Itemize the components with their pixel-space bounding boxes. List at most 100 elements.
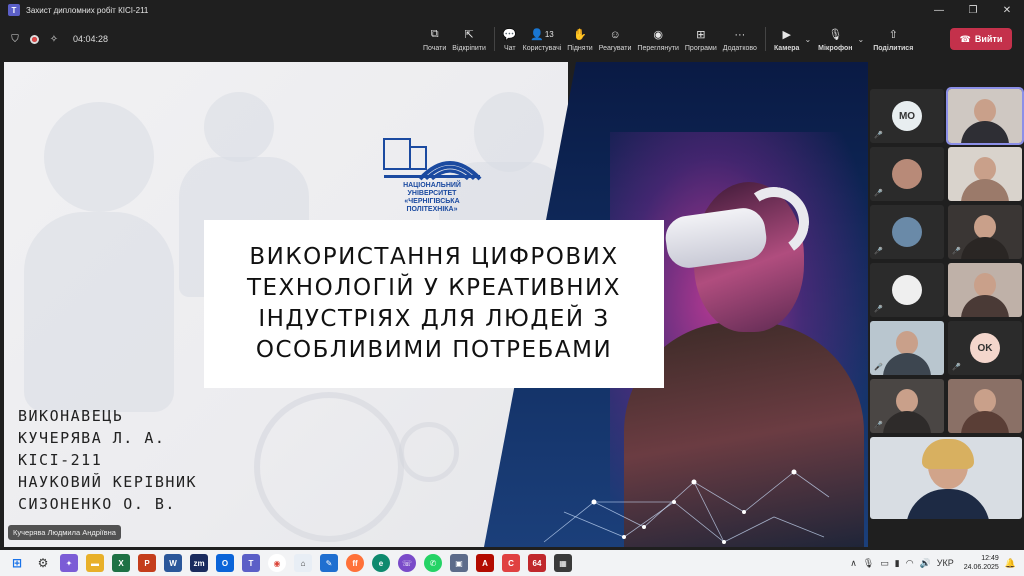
calculator-icon[interactable]: ▦	[554, 554, 572, 572]
participant-tile[interactable]: 🎤	[870, 321, 944, 375]
people-button[interactable]: 👤 13 Користувачі	[520, 24, 565, 54]
participant-video	[896, 331, 918, 355]
participant-avatar	[892, 275, 922, 305]
share-button[interactable]: ⇧ Поділитися	[870, 24, 916, 54]
participant-avatar	[892, 159, 922, 189]
mic-muted-icon: 🎤	[874, 247, 883, 255]
participant-tile[interactable]	[946, 87, 1024, 145]
toolbar-divider	[764, 27, 766, 51]
view-button[interactable]: ◉ Переглянути	[634, 24, 681, 54]
chat-icon: 💬	[502, 29, 517, 41]
zoom-icon[interactable]: zm	[190, 554, 208, 572]
more-button[interactable]: ··· Додатково	[720, 24, 760, 54]
app-icon[interactable]: C	[502, 554, 520, 572]
mic-muted-icon: 🎤	[952, 247, 961, 255]
slide-title-line: ОСОБЛИВИМИ ПОТРЕБАМИ	[255, 337, 613, 363]
app-icon[interactable]: ⌂	[294, 554, 312, 572]
participant-avatar: MO	[892, 101, 922, 131]
camera-options-chevron-icon[interactable]: ⌄	[804, 35, 811, 44]
author-line: КІСІ-211	[18, 451, 103, 469]
author-line: ВИКОНАВЕЦЬ	[18, 407, 124, 425]
presenter-body	[906, 489, 990, 519]
excel-icon[interactable]: X	[112, 554, 130, 572]
participant-tile[interactable]: 🎤	[870, 147, 944, 201]
presenter-name-tag: Кучерява Людмила Андріївна	[8, 525, 121, 540]
participant-video	[974, 99, 996, 123]
participant-tile[interactable]	[948, 147, 1022, 201]
mic-button[interactable]: 🎙 Мікрофон	[815, 24, 855, 54]
battery-icon[interactable]: ▮	[895, 558, 900, 569]
meeting-status: ⛉ ✧ 04:04:28	[8, 32, 108, 46]
powerpoint-icon[interactable]: P	[138, 554, 156, 572]
share-icon: ⇧	[888, 29, 898, 41]
start-button[interactable]: ⧉ Почати	[420, 24, 449, 54]
illustration-person-head	[44, 102, 154, 212]
chat-button[interactable]: 💬 Чат	[500, 24, 520, 54]
mic-muted-icon: 🎤	[952, 363, 961, 371]
participant-video	[974, 215, 996, 239]
aida64-icon[interactable]: 64	[528, 554, 546, 572]
participant-tile[interactable]: MO 🎤	[870, 89, 944, 143]
volume-icon[interactable]: 🔊	[920, 558, 931, 569]
sparkle-icon[interactable]: ✧	[47, 32, 61, 46]
wifi-icon[interactable]: ◠	[906, 558, 914, 569]
acrobat-icon[interactable]: A	[476, 554, 494, 572]
edge-icon[interactable]: e	[372, 554, 390, 572]
phone-hangup-icon: ☎	[959, 33, 971, 44]
illustration-wheelchair-wheel	[254, 392, 404, 542]
tool-icon[interactable]: ✎	[320, 554, 338, 572]
viber-icon[interactable]: ☏	[398, 554, 416, 572]
system-clock[interactable]: 12:49 24.06.2025	[964, 554, 999, 572]
outlook-icon[interactable]: O	[216, 554, 234, 572]
minimize-button[interactable]: —	[922, 0, 956, 20]
react-button[interactable]: ☺ Реагувати	[596, 24, 635, 54]
chevron-up-icon[interactable]: ∧	[850, 558, 857, 569]
illustration-wheelchair-wheel	[399, 422, 459, 482]
camera-button[interactable]: ▶ Камера	[771, 24, 803, 54]
apps-button[interactable]: ⊞ Програми	[682, 24, 720, 54]
participant-tile[interactable]: 🎤	[870, 263, 944, 317]
firefox-icon[interactable]: ff	[346, 554, 364, 572]
file-explorer-icon[interactable]: ▬	[86, 554, 104, 572]
restore-button[interactable]: ❐	[956, 0, 990, 20]
illustration-person-head	[474, 92, 544, 172]
unpin-icon: ⇱	[464, 29, 474, 41]
shield-icon[interactable]: ⛉	[8, 32, 22, 46]
participant-tile[interactable]: 🎤	[948, 205, 1022, 259]
participant-tile[interactable]: 🎤	[870, 205, 944, 259]
window-titlebar: T Захист дипломних робіт КІСІ-211 — ❐ ✕	[0, 0, 1024, 20]
language-indicator[interactable]: УКР	[937, 558, 954, 568]
camera-icon[interactable]: ▭	[880, 558, 889, 569]
word-icon[interactable]: W	[164, 554, 182, 572]
author-line: КУЧЕРЯВА Л. А.	[18, 429, 166, 447]
notification-bell-icon[interactable]: 🔔	[1005, 558, 1016, 569]
illustration-person-body	[24, 212, 174, 412]
system-tray: ∧ 🎙 ▭ ▮ ◠ 🔊 УКР 12:49 24.06.2025 🔔	[850, 550, 1016, 576]
chrome-icon[interactable]: ◉	[268, 554, 286, 572]
settings-icon[interactable]: ⚙	[34, 554, 52, 572]
clock-date: 24.06.2025	[963, 564, 999, 571]
author-line: НАУКОВИЙ КЕРІВНИК	[18, 473, 198, 491]
participant-tile[interactable]	[948, 379, 1022, 433]
slide-authors: ВИКОНАВЕЦЬ КУЧЕРЯВА Л. А. КІСІ-211 НАУКО…	[18, 405, 197, 515]
save-icon[interactable]: ▣	[450, 554, 468, 572]
participant-tile[interactable]: 🎤	[870, 379, 944, 433]
raise-hand-button[interactable]: ✋ Підняти	[564, 24, 595, 54]
microphone-icon[interactable]: 🎙	[863, 558, 874, 569]
participant-video	[974, 389, 996, 413]
windows-start-icon[interactable]: ⊞	[8, 554, 26, 572]
participant-tile[interactable]	[948, 263, 1022, 317]
copilot-icon[interactable]: ✦	[60, 554, 78, 572]
more-icon: ···	[734, 28, 746, 41]
participant-tile[interactable]: OK 🎤	[948, 321, 1022, 375]
presenter-hair	[922, 439, 974, 469]
presenter-video-tile[interactable]	[870, 437, 1022, 519]
unpin-button[interactable]: ⇱ Відкріпити	[449, 24, 489, 54]
recording-icon[interactable]	[30, 34, 39, 44]
leave-button[interactable]: ☎ Вийти	[950, 28, 1012, 50]
whatsapp-icon[interactable]: ✆	[424, 554, 442, 572]
close-button[interactable]: ✕	[990, 0, 1024, 20]
clock-time: 12:49	[981, 555, 999, 562]
teams-icon[interactable]: T	[242, 554, 260, 572]
mic-options-chevron-icon[interactable]: ⌄	[858, 35, 865, 44]
